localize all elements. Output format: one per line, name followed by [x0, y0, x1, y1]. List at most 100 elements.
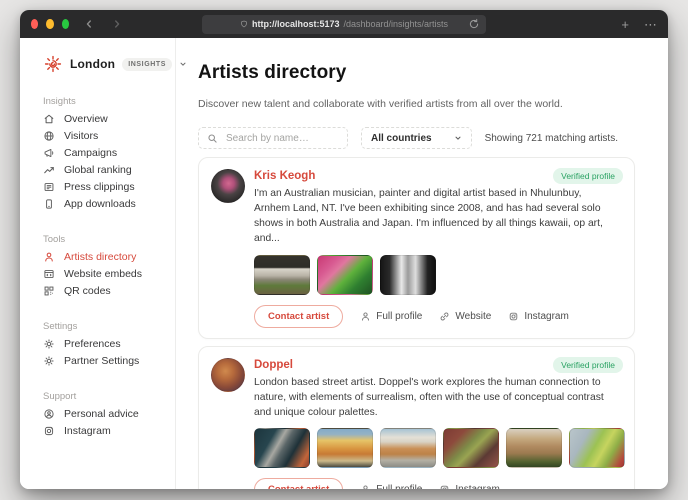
instagram-label: Instagram: [455, 484, 499, 489]
artwork-thumbnail[interactable]: [443, 428, 499, 468]
artwork-thumbnails: [254, 255, 622, 295]
verified-badge: Verified profile: [553, 357, 623, 373]
browser-window: http://localhost:5173/dashboard/insights…: [20, 10, 668, 489]
titlebar-left: [31, 18, 123, 30]
sidebar-item-global-ranking[interactable]: Global ranking: [43, 161, 165, 178]
artwork-thumbnail[interactable]: [254, 428, 310, 468]
trending-up-icon: [43, 164, 55, 176]
artwork-thumbnail[interactable]: [254, 255, 310, 295]
zoom-window-button[interactable]: [62, 19, 69, 29]
section-label: Settings: [43, 321, 165, 335]
contact-artist-button[interactable]: Contact artist: [254, 478, 343, 489]
sidebar: London INSIGHTS Insights Overview Visito…: [20, 38, 176, 489]
link-icon: [439, 311, 450, 322]
search-input[interactable]: [224, 132, 339, 145]
sidebar-item-press-clippings[interactable]: Press clippings: [43, 178, 165, 195]
user-icon: [360, 484, 371, 489]
artwork-thumbnail[interactable]: [380, 255, 436, 295]
artist-avatar[interactable]: [211, 358, 245, 392]
contact-artist-button[interactable]: Contact artist: [254, 305, 343, 328]
workspace-badge: INSIGHTS: [122, 58, 172, 71]
artist-bio: London based street artist. Doppel's wor…: [254, 376, 622, 421]
sidebar-item-label: Preferences: [64, 338, 121, 350]
instagram-link[interactable]: Instagram: [508, 311, 568, 322]
embed-code-icon: [43, 268, 55, 280]
new-tab-button[interactable]: +: [621, 18, 629, 31]
artwork-thumbnail[interactable]: [569, 428, 625, 468]
close-window-button[interactable]: [31, 19, 38, 29]
instagram-icon: [508, 311, 519, 322]
sidebar-item-campaigns[interactable]: Campaigns: [43, 144, 165, 161]
page-title: Artists directory: [198, 62, 635, 84]
card-actions: Contact artist Full profile Website: [254, 305, 622, 328]
globe-icon: [43, 130, 55, 142]
search-field[interactable]: [198, 127, 348, 149]
country-filter-select[interactable]: All countries: [361, 127, 472, 149]
back-button[interactable]: [83, 18, 95, 30]
sidebar-item-label: Instagram: [64, 425, 111, 437]
artwork-thumbnail[interactable]: [506, 428, 562, 468]
sidebar-item-label: Personal advice: [64, 408, 139, 420]
main-content: Artists directory Discover new talent an…: [176, 38, 668, 489]
section-label: Support: [43, 391, 165, 405]
artist-user-icon: [43, 251, 55, 263]
london-logo-icon: [43, 54, 63, 74]
section-label: Insights: [43, 96, 165, 110]
mobile-phone-icon: [43, 198, 55, 210]
reload-icon[interactable]: [468, 18, 480, 30]
sidebar-item-instagram[interactable]: Instagram: [43, 422, 165, 439]
results-count-text: Showing 721 matching artists.: [485, 133, 618, 144]
chevron-down-icon: [454, 134, 462, 142]
artwork-thumbnail[interactable]: [317, 428, 373, 468]
artwork-thumbnail[interactable]: [317, 255, 373, 295]
sidebar-item-qr-codes[interactable]: QR codes: [43, 282, 165, 299]
address-bar[interactable]: http://localhost:5173/dashboard/insights…: [202, 15, 486, 34]
titlebar-right: + ⋯: [565, 18, 657, 31]
sidebar-item-label: Visitors: [64, 130, 98, 142]
minimize-window-button[interactable]: [46, 19, 53, 29]
country-filter-value: All countries: [371, 133, 432, 144]
sidebar-item-label: App downloads: [64, 198, 136, 210]
page-subtitle: Discover new talent and collaborate with…: [198, 98, 635, 110]
site-security-icon: [240, 20, 248, 28]
sidebar-item-label: Global ranking: [64, 164, 132, 176]
workspace-switcher[interactable]: London INSIGHTS: [43, 54, 165, 74]
instagram-icon: [43, 425, 55, 437]
browser-titlebar: http://localhost:5173/dashboard/insights…: [20, 10, 668, 38]
forward-button[interactable]: [111, 18, 123, 30]
sidebar-item-label: Campaigns: [64, 147, 117, 159]
sidebar-item-personal-advice[interactable]: Personal advice: [43, 405, 165, 422]
instagram-link[interactable]: Instagram: [439, 484, 499, 489]
sidebar-item-label: Artists directory: [64, 251, 136, 263]
website-label: Website: [455, 311, 491, 322]
full-profile-link[interactable]: Full profile: [360, 484, 422, 489]
full-profile-link[interactable]: Full profile: [360, 311, 422, 322]
url-host: http://localhost:5173: [252, 19, 340, 29]
artist-avatar[interactable]: [211, 169, 245, 203]
website-link[interactable]: Website: [439, 311, 491, 322]
artwork-thumbnails: [254, 428, 622, 468]
sidebar-item-partner-settings[interactable]: Partner Settings: [43, 352, 165, 369]
sidebar-item-label: QR codes: [64, 285, 111, 297]
sidebar-section-insights: Insights Overview Visitors Campaigns Glo…: [43, 96, 165, 212]
tab-overview-button[interactable]: ⋯: [644, 18, 657, 31]
sidebar-item-artists-directory[interactable]: Artists directory: [43, 248, 165, 265]
artist-card: Verified profile Kris Keogh I'm an Austr…: [198, 157, 635, 339]
gear-icon: [43, 355, 55, 367]
user-circle-icon: [43, 408, 55, 420]
newspaper-icon: [43, 181, 55, 193]
full-profile-label: Full profile: [376, 484, 422, 489]
card-actions: Contact artist Full profile Instagram: [254, 478, 622, 489]
sidebar-item-preferences[interactable]: Preferences: [43, 335, 165, 352]
sidebar-item-overview[interactable]: Overview: [43, 110, 165, 127]
instagram-icon: [439, 484, 450, 489]
sidebar-item-label: Overview: [64, 113, 108, 125]
sidebar-item-app-downloads[interactable]: App downloads: [43, 195, 165, 212]
artwork-thumbnail[interactable]: [380, 428, 436, 468]
sidebar-item-website-embeds[interactable]: Website embeds: [43, 265, 165, 282]
sidebar-section-tools: Tools Artists directory Website embeds Q…: [43, 234, 165, 299]
sidebar-item-visitors[interactable]: Visitors: [43, 127, 165, 144]
user-icon: [360, 311, 371, 322]
full-profile-label: Full profile: [376, 311, 422, 322]
artist-card: Verified profile Doppel London based str…: [198, 346, 635, 489]
